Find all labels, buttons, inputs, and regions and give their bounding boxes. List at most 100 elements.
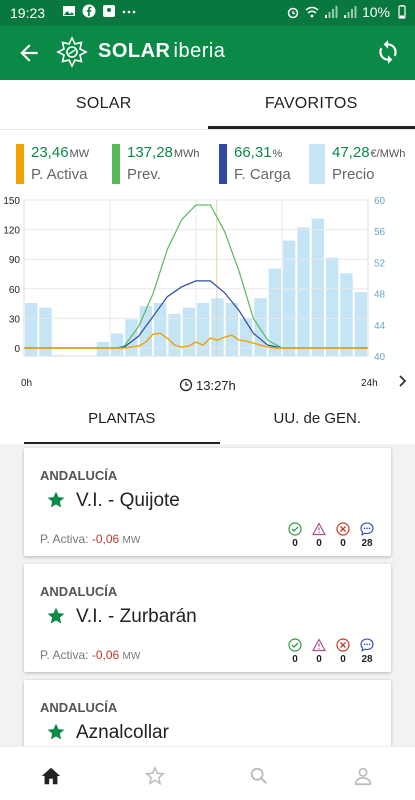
plant-power: P. Activa: -0,06 MW xyxy=(40,532,140,546)
favorite-star-icon[interactable] xyxy=(46,722,66,742)
plant-region: ANDALUCÍA xyxy=(40,468,118,483)
plant-power: P. Activa: -0,06 MW xyxy=(40,648,140,662)
kpi-value: 137,28 xyxy=(127,144,173,161)
y-tick-right: 40 xyxy=(374,352,386,363)
plant-card[interactable]: ANDALUCÍA V.I. - Zurbarán P. Activa: -0,… xyxy=(24,564,391,672)
kpi-unit: % xyxy=(272,148,283,160)
y-tick-right: 48 xyxy=(374,290,386,301)
kpi-value: 47,28 xyxy=(332,144,370,161)
plant-card[interactable]: ANDALUCÍA Aznalcollar xyxy=(24,680,391,746)
brand-light: iberia xyxy=(173,40,226,62)
price-bar xyxy=(139,306,152,356)
y-tick-left: 30 xyxy=(9,314,21,325)
error-icon xyxy=(336,522,350,536)
kpi-unit: MWh xyxy=(173,148,200,160)
info-count: 28 xyxy=(361,538,373,549)
price-bar xyxy=(340,273,353,356)
maps-icon xyxy=(103,5,115,17)
kpi-value: 66,31 xyxy=(234,144,272,161)
plant-list: ANDALUCÍA V.I. - Quijote P. Activa: -0,0… xyxy=(0,444,415,746)
back-arrow-icon[interactable] xyxy=(16,40,42,66)
plant-stats: 0 0 0 28 xyxy=(287,638,375,665)
status-time: 19:23 xyxy=(10,5,46,21)
plant-region: ANDALUCÍA xyxy=(40,584,118,599)
plant-region: ANDALUCÍA xyxy=(40,700,118,715)
price-bar xyxy=(254,298,267,356)
plant-stats: 0 0 0 28 xyxy=(287,522,375,549)
error-icon xyxy=(336,638,350,652)
tab-solar[interactable]: SOLAR xyxy=(0,80,208,129)
warning-icon xyxy=(312,522,326,536)
status-bar: 19:23 10% xyxy=(0,0,415,26)
battery-icon xyxy=(398,5,406,19)
app-brand: SOLAR iberia xyxy=(98,40,225,63)
brand-bold: SOLAR xyxy=(98,40,171,62)
kpi-color-bar xyxy=(309,144,325,184)
price-bar xyxy=(39,307,52,356)
favorite-star-icon[interactable] xyxy=(46,490,66,510)
ok-count: 0 xyxy=(292,538,298,549)
app-bar: SOLAR iberia xyxy=(0,26,415,80)
kpi-p-activa: 23,46MW P. Activa xyxy=(16,144,89,186)
chevron-right-icon[interactable] xyxy=(399,375,407,387)
kpi-label: P. Activa xyxy=(31,166,88,183)
gallery-icon xyxy=(63,6,75,16)
favorite-star-icon[interactable] xyxy=(46,606,66,626)
tab-plantas[interactable]: PLANTAS xyxy=(24,398,220,444)
home-icon[interactable] xyxy=(40,765,62,787)
chart-svg: 150 120 90 60 30 0 60 56 52 48 44 40 0h 24h 13:27h xyxy=(3,196,407,393)
x-axis-start-label: 0h xyxy=(21,378,32,389)
price-bar xyxy=(111,333,124,356)
tab-favoritos[interactable]: FAVORITOS xyxy=(207,80,415,129)
power-label: P. Activa: xyxy=(40,648,89,662)
bottom-nav xyxy=(0,746,415,800)
clock-icon xyxy=(179,378,193,392)
price-bar xyxy=(326,257,339,356)
y-tick-left: 150 xyxy=(3,196,20,207)
star-icon[interactable] xyxy=(144,765,166,787)
chart-time-label: 13:27h xyxy=(196,378,236,393)
signal-icon-2 xyxy=(343,6,357,18)
info-chat-icon xyxy=(360,522,374,536)
ok-check-icon xyxy=(288,522,302,536)
solar-logo-icon xyxy=(56,36,88,68)
price-bar xyxy=(283,240,296,356)
power-unit: MW xyxy=(122,535,141,546)
info-chat-icon xyxy=(360,638,374,652)
plant-name: Aznalcollar xyxy=(76,722,169,743)
power-value: -0,06 xyxy=(91,532,120,546)
ok-check-icon xyxy=(288,638,302,652)
power-unit: MW xyxy=(122,651,141,662)
kpi-color-bar xyxy=(112,144,120,184)
wifi-icon xyxy=(305,6,319,18)
tab-uu-gen[interactable]: UU. de GEN. xyxy=(220,398,415,444)
price-bar xyxy=(96,341,109,356)
refresh-icon[interactable] xyxy=(375,39,401,65)
kpi-value: 23,46 xyxy=(31,144,69,161)
kpi-label: Prev. xyxy=(127,166,161,183)
error-count: 0 xyxy=(340,654,346,665)
ok-count: 0 xyxy=(292,654,298,665)
plant-card[interactable]: ANDALUCÍA V.I. - Quijote P. Activa: -0,0… xyxy=(24,448,391,556)
user-icon[interactable] xyxy=(352,765,374,787)
kpi-color-bar xyxy=(16,144,24,184)
price-bar xyxy=(240,318,253,356)
warning-count: 0 xyxy=(316,538,322,549)
y-tick-left: 120 xyxy=(3,226,20,237)
price-bar xyxy=(211,298,224,356)
kpi-unit: MW xyxy=(69,148,90,160)
plant-name: V.I. - Zurbarán xyxy=(76,606,197,627)
power-value: -0,06 xyxy=(91,648,120,662)
price-bar xyxy=(311,218,324,356)
y-tick-left: 90 xyxy=(9,255,21,266)
search-icon[interactable] xyxy=(248,765,270,787)
battery-level: 10% xyxy=(361,4,390,20)
warning-icon xyxy=(312,638,326,652)
price-bar xyxy=(168,313,181,356)
y-tick-left: 0 xyxy=(14,344,20,355)
kpi-prev: 137,28MWh Prev. xyxy=(112,144,200,186)
error-count: 0 xyxy=(340,538,346,549)
production-chart[interactable]: 150 120 90 60 30 0 60 56 52 48 44 40 0h 24h 13:27h xyxy=(0,192,415,402)
kpi-f-carga: 66,31% F. Carga xyxy=(219,144,291,186)
kpi-label: F. Carga xyxy=(234,166,291,183)
